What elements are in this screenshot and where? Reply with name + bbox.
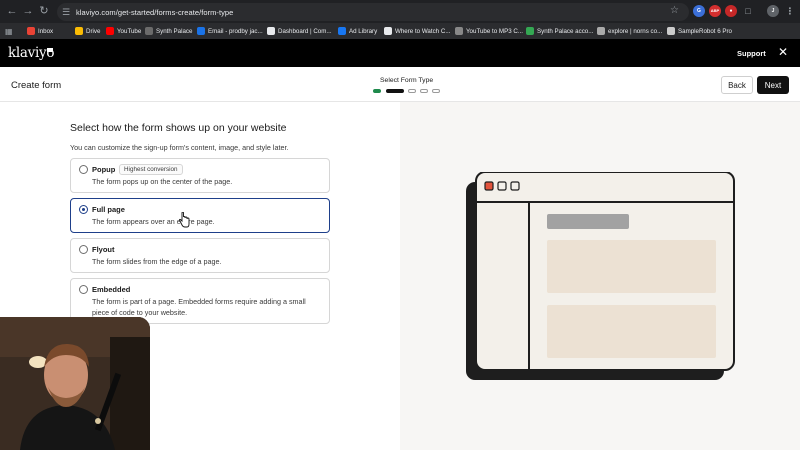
step-indicator-pending <box>420 89 428 93</box>
bookmark-label: Where to Watch C... <box>395 27 451 35</box>
bookmark-label: Inbox <box>38 27 54 35</box>
apps-grid-icon[interactable]: ▦ <box>5 25 13 37</box>
samplerobot-icon <box>667 27 675 35</box>
bookmark-inbox[interactable]: Inbox <box>27 25 53 37</box>
site-info-icon[interactable]: ☰ <box>62 7 74 18</box>
reload-icon[interactable]: ↻ <box>36 4 52 17</box>
back-button[interactable]: Back <box>721 76 753 94</box>
bookmark-label: Email - prodby jac... <box>208 27 263 35</box>
option-flyout[interactable]: Flyout The form slides from the edge of … <box>70 238 330 273</box>
bookmark-samplerobot[interactable]: SampleRobot 6 Pro <box>667 25 732 37</box>
bookmark-label: YouTube <box>117 27 142 35</box>
next-button[interactable]: Next <box>757 76 789 94</box>
dashboard-icon <box>267 27 275 35</box>
option-title: Full page <box>92 205 125 214</box>
bookmark-synth-palace-acco[interactable]: Synth Palace acco... <box>526 25 593 37</box>
app-header: klaviyo Support ✕ <box>0 39 800 67</box>
bookmark-where-to-watch[interactable]: Where to Watch C... <box>384 25 450 37</box>
radio-embedded[interactable] <box>79 285 88 294</box>
option-description: The form pops up on the center of the pa… <box>92 177 233 186</box>
bookmark-explore-norns[interactable]: explore | norns co... <box>597 25 662 37</box>
page-title: Create form <box>11 80 62 91</box>
meta-icon <box>338 27 346 35</box>
sheets-icon <box>526 27 534 35</box>
step-label: Select Form Type <box>380 77 434 84</box>
preview-panel <box>400 102 800 450</box>
browser-toolbar: ← → ↻ ☰ klaviyo.com/get-started/forms-cr… <box>0 0 800 23</box>
extension-record-icon[interactable]: ● <box>725 5 737 17</box>
option-title: Popup <box>92 165 116 174</box>
forward-arrow-icon[interactable]: → <box>20 5 36 17</box>
bookmark-label: SampleRobot 6 Pro <box>678 27 732 35</box>
browser-menu-icon[interactable]: ⋮ <box>784 5 796 17</box>
norns-icon <box>597 27 605 35</box>
extension-abp-icon[interactable]: ABP <box>709 5 721 17</box>
webcam-overlay <box>0 317 150 450</box>
radio-full-page[interactable] <box>79 205 88 214</box>
step-indicator-done <box>373 89 381 93</box>
extension-1-icon[interactable]: G <box>693 5 705 17</box>
drive-icon <box>75 27 83 35</box>
bookmark-label: Synth Palace acco... <box>537 27 594 35</box>
full-page-illustration <box>466 172 735 380</box>
synth-palace-icon <box>145 27 153 35</box>
radio-popup[interactable] <box>79 165 88 174</box>
bookmark-dashboard[interactable]: Dashboard | Com... <box>267 25 332 37</box>
extensions-puzzle-icon[interactable]: □ <box>742 5 754 17</box>
back-arrow-icon[interactable]: ← <box>4 5 20 17</box>
section-subheading: You can customize the sign-up form's con… <box>70 143 289 152</box>
form-toolbar: Create form Select Form Type Back Next <box>0 67 800 102</box>
bookmark-youtube[interactable]: YouTube <box>106 25 141 37</box>
address-url[interactable]: klaviyo.com/get-started/forms-create/for… <box>76 8 233 17</box>
bookmark-youtube-mp3[interactable]: YouTube to MP3 C... <box>455 25 523 37</box>
bookmark-synth-palace[interactable]: Synth Palace <box>145 25 192 37</box>
bookmark-label: YouTube to MP3 C... <box>466 27 523 35</box>
option-description: The form slides from the edge of a page. <box>92 257 222 266</box>
step-indicator-pending <box>408 89 416 93</box>
gmail-icon <box>27 27 35 35</box>
presenter-video <box>0 317 150 450</box>
converter-icon <box>455 27 463 35</box>
bookmark-label: Drive <box>86 27 101 35</box>
step-indicator-current <box>386 89 404 93</box>
bookmark-email[interactable]: Email - prodby jac... <box>197 25 263 37</box>
bookmark-drive[interactable]: Drive <box>75 25 100 37</box>
logo-flag-icon <box>47 48 53 52</box>
email-icon <box>197 27 205 35</box>
hand-cursor-icon <box>179 212 190 228</box>
bookmark-label: Ad Library <box>349 27 378 35</box>
option-title: Embedded <box>92 285 131 294</box>
bookmarks-bar: ▦ Inbox Drive YouTube Synth Palace Email… <box>0 23 800 39</box>
radio-flyout[interactable] <box>79 245 88 254</box>
option-title: Flyout <box>92 245 115 254</box>
youtube-icon <box>106 27 114 35</box>
bookmark-label: Dashboard | Com... <box>278 27 332 35</box>
bookmark-label: Synth Palace <box>156 27 193 35</box>
address-bar[interactable]: ☰ klaviyo.com/get-started/forms-create/f… <box>57 3 689 21</box>
support-link[interactable]: Support <box>737 49 766 58</box>
option-description: The form is part of a page. Embedded for… <box>92 297 306 317</box>
profile-avatar[interactable]: J <box>767 5 779 17</box>
highest-conversion-badge: Highest conversion <box>119 164 183 175</box>
section-heading: Select how the form shows up on your web… <box>70 122 287 134</box>
option-full-page[interactable]: Full page The form appears over an entir… <box>70 198 330 233</box>
justwatch-icon <box>384 27 392 35</box>
option-description: The form appears over an entire page. <box>92 217 215 226</box>
close-icon[interactable]: ✕ <box>778 46 788 58</box>
step-indicator-pending <box>432 89 440 93</box>
option-popup[interactable]: Popup Highest conversion The form pops u… <box>70 158 330 193</box>
bookmark-ad-library[interactable]: Ad Library <box>338 25 377 37</box>
bookmark-star-icon[interactable]: ☆ <box>670 5 679 16</box>
bookmark-label: explore | norns co... <box>608 27 663 35</box>
